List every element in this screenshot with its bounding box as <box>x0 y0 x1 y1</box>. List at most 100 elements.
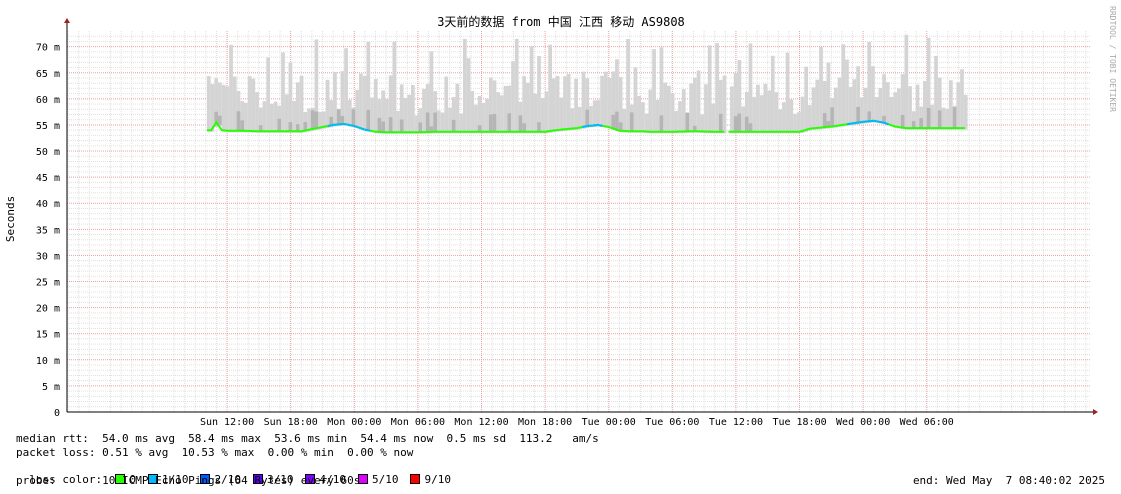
smoke-bar <box>407 94 412 134</box>
smoke-bar <box>548 44 552 133</box>
smoke-bar-dark <box>952 107 957 129</box>
smoke-bar <box>392 41 397 134</box>
smoke-bar <box>633 67 638 133</box>
smoke-bar <box>526 82 530 134</box>
smoke-bar <box>796 112 801 134</box>
y-tick-label: 5 m <box>42 382 60 393</box>
smoke-bar-dark <box>685 112 690 132</box>
y-tick-label: 70 m <box>36 43 60 54</box>
smoke-bar-dark <box>659 115 664 132</box>
smoke-bar <box>644 113 649 133</box>
smoke-bar <box>785 52 790 134</box>
smoke-bar <box>255 92 259 133</box>
smoke-bar <box>570 108 575 131</box>
smoke-bar <box>500 95 504 134</box>
smoke-bar <box>808 105 812 131</box>
smoke-bar <box>767 90 771 134</box>
smoke-bar-dark <box>218 115 222 125</box>
smoke-bar <box>748 43 753 134</box>
smoke-bar-dark <box>733 116 738 132</box>
smoke-bar <box>852 79 857 125</box>
x-tick-label: Mon 12:00 <box>454 417 508 428</box>
smoke-bar <box>574 78 578 130</box>
smoke-bar <box>782 102 786 134</box>
smoke-bar <box>470 90 475 134</box>
smoke-bar-dark <box>492 113 497 132</box>
x-tick-label: Mon 18:00 <box>518 417 572 428</box>
smoke-bar <box>481 102 486 134</box>
smoke-bar <box>652 49 656 134</box>
x-tick-label: Mon 06:00 <box>391 417 445 428</box>
smoke-bar <box>774 92 779 134</box>
smoke-bar-dark <box>737 113 742 132</box>
smoke-bar <box>206 76 211 132</box>
smoke-bar <box>307 108 311 132</box>
smoke-bar <box>566 73 571 131</box>
smoke-bar <box>819 46 823 130</box>
smoke-bar-dark <box>433 112 437 132</box>
smoke-bar <box>362 75 367 131</box>
smoke-bar <box>559 97 564 132</box>
smoke-bar-dark <box>522 123 527 132</box>
x-tick-label: Tue 06:00 <box>645 417 699 428</box>
smoke-bar <box>893 92 898 128</box>
smoke-bar <box>863 87 868 124</box>
x-axis-arrow <box>1093 409 1098 415</box>
smoke-bar-dark <box>867 111 872 122</box>
smoke-bar <box>577 106 582 130</box>
smoke-bar <box>759 95 764 134</box>
smoke-bar <box>414 115 419 134</box>
smoke-bar <box>403 97 408 134</box>
smoke-bar <box>411 84 415 134</box>
smoke-bar <box>681 89 686 134</box>
smoke-bar <box>514 38 519 134</box>
smoke-bar <box>878 87 883 124</box>
smoke-bar-dark <box>418 122 423 133</box>
x-tick-label: Sun 12:00 <box>200 417 254 428</box>
smoke-bar-dark <box>882 115 886 123</box>
smoke-bar <box>945 108 950 130</box>
smoke-bar <box>885 82 890 125</box>
probe-info: probe: 10 ICMP Echo Pings (64 Bytes) eve… <box>16 474 361 487</box>
smoke-bar <box>396 110 400 134</box>
smoke-bar <box>270 103 274 133</box>
smoke-bar-dark <box>537 122 541 132</box>
smoke-bar <box>448 107 452 134</box>
y-tick-label: 65 m <box>36 69 60 80</box>
smoke-bar-dark <box>399 119 404 133</box>
packet-loss-stats: packet loss: 0.51 % avg 10.53 % max 0.00… <box>16 446 414 459</box>
smoke-bar-dark <box>310 110 315 130</box>
smoke-bar <box>563 76 567 131</box>
smoke-bar <box>778 109 783 134</box>
smoke-bar-dark <box>381 121 386 133</box>
smoke-bar-dark <box>288 122 293 132</box>
smoke-bar <box>715 43 719 134</box>
smoke-bar-dark <box>900 114 905 128</box>
rrdtool-watermark: RRDTOOL / TOBI OETIKER <box>1108 6 1117 112</box>
smoke-bar-dark <box>618 122 623 131</box>
smoke-bar <box>770 55 775 134</box>
legend-swatch <box>410 474 421 484</box>
smoke-bar <box>949 80 953 130</box>
smoke-bar <box>655 99 660 134</box>
y-tick-label: 60 m <box>36 95 60 106</box>
smoke-bar <box>689 83 693 133</box>
smoke-bar <box>811 87 816 131</box>
smoke-bar-dark <box>830 107 834 127</box>
smoke-bar-dark <box>822 113 827 128</box>
smoke-bar <box>262 101 267 133</box>
smoke-bar <box>700 114 705 133</box>
smoke-bar <box>763 83 768 134</box>
smoke-bar <box>963 94 968 130</box>
smoke-bar <box>678 101 682 134</box>
smoke-bar <box>848 86 853 126</box>
x-tick-label: Tue 18:00 <box>772 417 826 428</box>
legend-entry: 5/10 <box>357 473 398 486</box>
smoke-bar <box>596 100 601 127</box>
smoke-bar <box>934 55 938 130</box>
smoke-bar <box>459 113 463 134</box>
smoke-bar <box>692 77 697 133</box>
smoke-bar <box>555 76 560 132</box>
x-tick-label: Wed 06:00 <box>900 417 954 428</box>
smoke-bar <box>347 99 352 127</box>
